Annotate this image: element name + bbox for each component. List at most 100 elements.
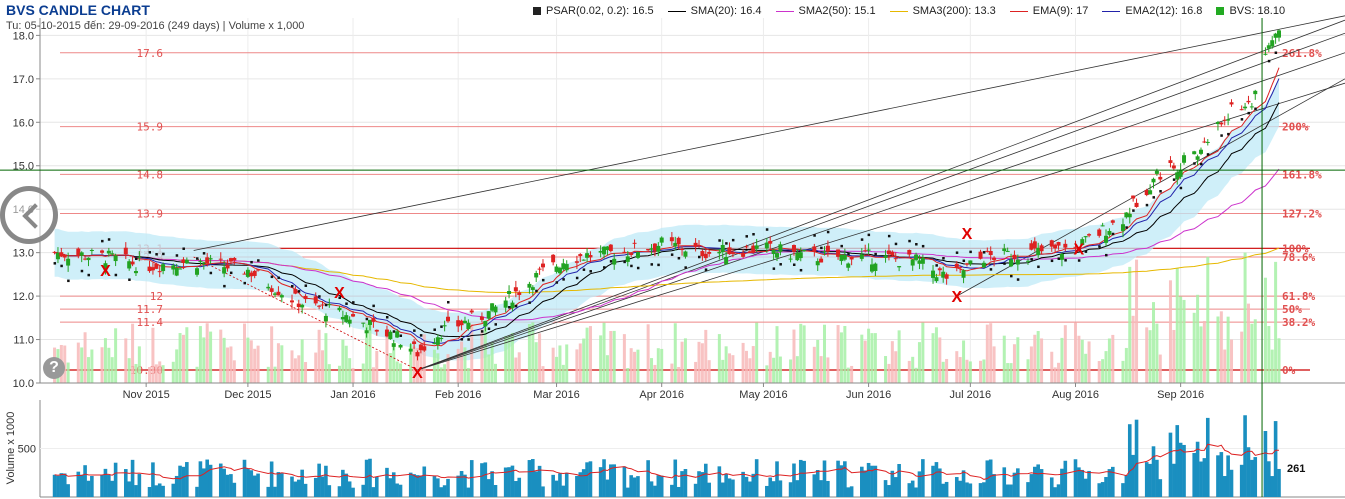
candle-body [446, 316, 451, 322]
candle-body [279, 295, 284, 298]
overlay-volume-bar [1111, 334, 1115, 383]
psar-dot [745, 235, 748, 238]
volume-bar [1087, 470, 1091, 497]
candle-body [825, 245, 830, 252]
psar-dot [1227, 132, 1230, 136]
overlay-volume-bar [694, 361, 698, 383]
candle-body [266, 286, 271, 289]
volume-bar [1002, 467, 1007, 497]
candle-body [517, 292, 522, 295]
volume-bar [1053, 487, 1057, 497]
sar-signal-mark: X [412, 365, 423, 382]
x-tick-label: Aug 2016 [1052, 389, 1099, 401]
overlay-volume-bar [653, 364, 657, 383]
overlay-volume-bar [181, 334, 185, 383]
psar-dot [1077, 259, 1081, 262]
candle-body [693, 242, 698, 247]
overlay-volume-bar [1131, 315, 1135, 383]
legend-item[interactable]: SMA2(50): 15.1 [775, 3, 876, 19]
volume-bar [147, 486, 152, 497]
candle-body [873, 263, 878, 271]
legend-label: EMA2(12): 16.8 [1125, 5, 1203, 17]
volume-bar [531, 459, 535, 497]
legend-item[interactable]: PSAR(0.02, 0.2): 16.5 [533, 3, 654, 19]
overlay-volume-bar [493, 363, 497, 383]
overlay-volume-bar [894, 351, 898, 383]
overlay-volume-bar [992, 346, 996, 383]
candle-body [1195, 156, 1200, 160]
overlay-volume-bar [551, 347, 555, 383]
psar-dot [575, 276, 579, 280]
volume-bar [907, 483, 912, 497]
volume-bar [1205, 417, 1210, 497]
volume-bar [1107, 469, 1112, 497]
candle-body [1100, 225, 1105, 227]
legend-label: SMA3(200): 13.3 [912, 5, 996, 17]
volume-bar [490, 471, 494, 497]
overlay-volume-bar [527, 324, 531, 383]
overlay-volume-bar [317, 329, 321, 383]
psar-dot [1159, 190, 1162, 193]
candle-body [1063, 243, 1068, 248]
candle-body [110, 253, 115, 255]
volume-bar [605, 479, 610, 497]
candle-body [493, 306, 498, 313]
psar-dot [1037, 265, 1040, 269]
overlay-volume-bar [304, 362, 308, 383]
overlay-volume-bar [219, 329, 223, 383]
volume-bar [822, 460, 827, 497]
x-tick-label: Jul 2016 [950, 389, 992, 401]
fibo-percent-label: 50% [1282, 303, 1302, 316]
candle-body [293, 289, 298, 294]
volume-bar [768, 477, 773, 497]
volume-bar [436, 478, 440, 497]
psar-dot [840, 244, 843, 248]
volume-bar [422, 466, 427, 497]
overlay-volume-bar [965, 359, 969, 383]
volume-bar [83, 465, 87, 497]
overlay-volume-bar [578, 343, 582, 383]
overlay-volume-bar [1087, 341, 1091, 383]
overlay-volume-bar [327, 364, 331, 383]
volume-bar [364, 459, 369, 497]
psar-dot [982, 251, 986, 254]
candle-chart[interactable]: 17.6261.8%15.9200%14.8161.8%13.9127.2%13… [0, 0, 1345, 499]
overlay-volume-bar [795, 356, 799, 383]
overlay-volume-bar [744, 350, 748, 383]
back-arrow-icon[interactable] [0, 186, 58, 244]
overlay-volume-bar [728, 353, 732, 383]
overlay-volume-bar [226, 347, 230, 383]
x-tick-label: Jun 2016 [846, 389, 891, 401]
volume-bar [778, 480, 783, 497]
volume-bar [232, 482, 237, 497]
candle-body [534, 273, 539, 278]
legend-item[interactable]: SMA3(200): 13.3 [889, 3, 996, 19]
psar-dot [1030, 258, 1033, 261]
help-icon[interactable]: ? [43, 357, 65, 379]
volume-bar [181, 466, 186, 497]
volume-bar [1111, 466, 1115, 497]
psar-dot [942, 257, 945, 260]
overlay-volume-bar [917, 342, 921, 383]
legend-item[interactable]: BVS: 18.10 [1216, 3, 1285, 19]
candle-body [1178, 169, 1183, 177]
volume-bar [1056, 484, 1061, 497]
volume-bar [1009, 484, 1013, 497]
volume-bar [388, 478, 393, 497]
volume-bar [863, 470, 868, 497]
legend-item[interactable]: SMA(20): 16.4 [667, 3, 762, 19]
psar-dot [1010, 274, 1013, 278]
legend-item[interactable]: EMA(9): 17 [1009, 3, 1088, 19]
overlay-volume-bar [646, 324, 650, 383]
volume-bar [622, 466, 627, 497]
legend-item[interactable]: EMA2(12): 16.8 [1102, 3, 1202, 19]
overlay-volume-bar [697, 341, 701, 383]
volume-bar [195, 486, 199, 497]
psar-dot [487, 327, 491, 330]
candle-body [395, 331, 400, 338]
overlay-volume-bar [324, 333, 328, 383]
volume-bar [649, 481, 654, 497]
overlay-volume-bar [941, 361, 945, 383]
overlay-volume-bar [982, 359, 986, 383]
volume-bar [1124, 475, 1129, 497]
